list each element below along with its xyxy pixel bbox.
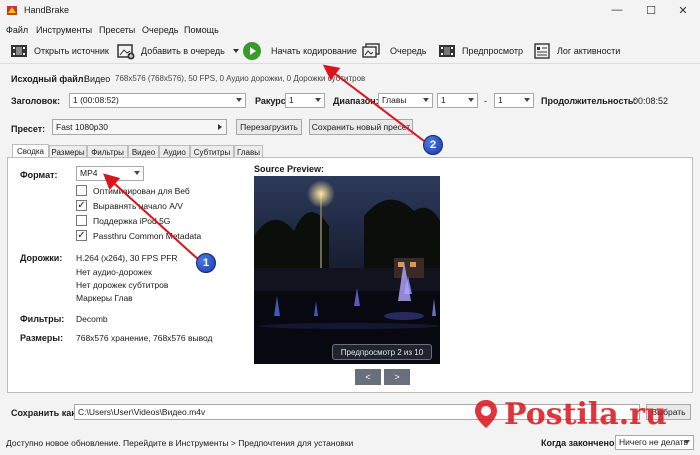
annotation-marker-2: 2 — [423, 135, 443, 155]
annotation-marker-1: 1 — [196, 253, 216, 273]
annotation-arrows — [103, 64, 425, 262]
arrow-to-start-encode — [322, 64, 425, 142]
arrow-to-format — [103, 173, 201, 262]
